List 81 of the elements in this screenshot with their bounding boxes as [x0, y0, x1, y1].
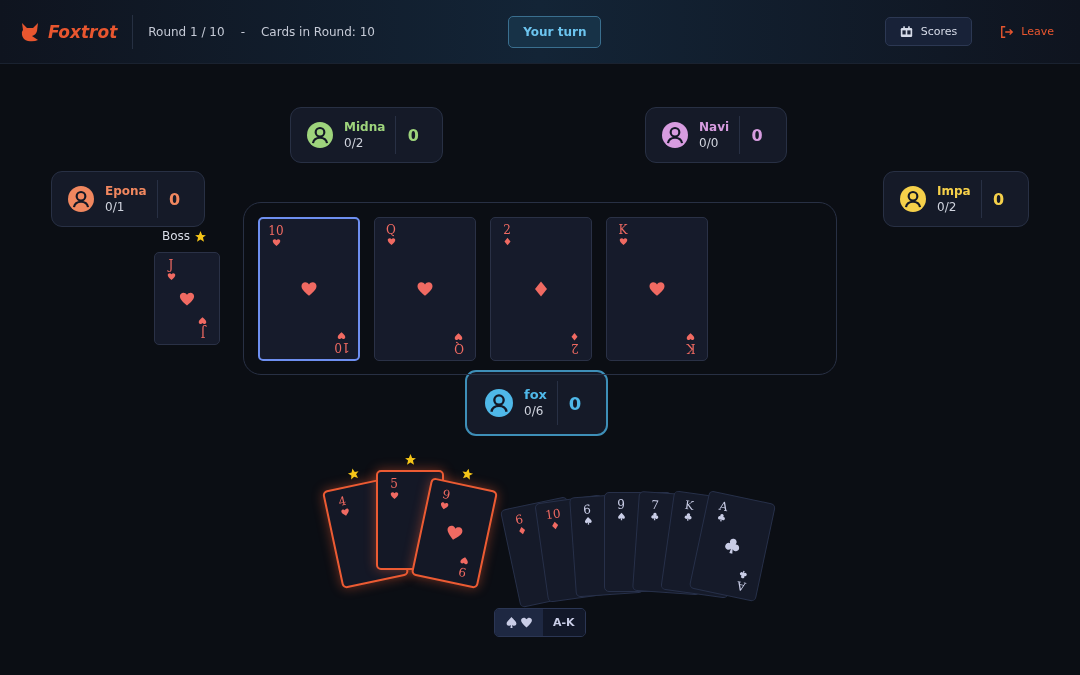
heart-icon	[438, 500, 450, 512]
player-score: 0	[750, 125, 764, 145]
card-rank: 6	[582, 503, 592, 517]
playing-card[interactable]: 10 10	[258, 217, 360, 361]
card-rank: J	[168, 259, 174, 273]
spade-icon	[616, 512, 626, 522]
diamond-icon	[570, 331, 580, 341]
card-rank: A	[735, 577, 748, 593]
playing-card[interactable]: 2 2	[490, 217, 592, 361]
card-rank: 4	[337, 494, 348, 510]
heart-icon	[618, 237, 628, 247]
exit-icon	[1000, 24, 1015, 39]
turn-indicator: Your turn	[508, 15, 602, 48]
star-icon	[194, 229, 208, 243]
tricks-count: 0/1	[105, 200, 126, 214]
player-name: Midna	[344, 120, 386, 134]
heart-icon	[416, 280, 434, 298]
diamond-icon	[549, 520, 560, 531]
card-rank: 7	[650, 498, 660, 513]
heart-icon	[337, 330, 347, 340]
club-icon	[738, 569, 750, 580]
diamond-icon	[502, 237, 512, 247]
app-name: Foxtrot	[48, 21, 118, 42]
round-label: Round 1 / 10	[148, 24, 225, 39]
tricks-count: 0/2	[344, 136, 365, 150]
card-rank: 9	[441, 487, 452, 503]
card-rank: K	[686, 340, 696, 354]
player-score: 0	[168, 189, 182, 209]
tricks-count: 0/2	[937, 200, 958, 214]
boss-label: Boss	[162, 229, 191, 243]
scores-button[interactable]: Scores	[884, 17, 973, 46]
card-rank: K	[618, 224, 628, 238]
card-rank: 10	[544, 507, 562, 523]
spade-icon	[583, 516, 593, 526]
card-rank: 2	[503, 224, 511, 238]
heart-icon	[178, 290, 196, 307]
heart-icon	[300, 280, 318, 298]
scoreboard-icon	[899, 25, 913, 38]
heart-icon	[166, 272, 176, 282]
card-rank: 2	[571, 340, 579, 354]
club-icon	[649, 511, 660, 522]
card-rank: 10	[334, 339, 350, 353]
heart-icon	[339, 507, 351, 518]
player-score: 0	[406, 125, 420, 145]
card-rank: A	[717, 499, 729, 515]
leave-button[interactable]: Leave	[992, 18, 1062, 45]
separator: -	[240, 24, 245, 39]
club-icon	[715, 512, 727, 524]
heart-icon	[389, 491, 399, 501]
card-rank: Q	[386, 224, 396, 238]
heart-icon	[454, 331, 464, 341]
card-rank: 9	[457, 563, 468, 579]
card-rank: 6	[514, 512, 525, 528]
tricks-count: 0/0	[699, 136, 720, 150]
card-rank: 5	[390, 478, 398, 492]
star-icon	[404, 453, 417, 466]
card-rank: 10	[268, 225, 284, 239]
card-rank: Q	[454, 340, 464, 354]
player-score: 0	[567, 392, 583, 414]
heart-icon	[386, 237, 396, 247]
cards-in-round-label: Cards in Round: 10	[260, 24, 375, 39]
diamond-icon	[532, 280, 550, 298]
card-rank: 9	[617, 499, 625, 513]
playing-card[interactable]: Q Q	[374, 217, 476, 361]
club-icon	[682, 511, 693, 523]
player-name: fox	[524, 387, 547, 403]
card-rank: K	[683, 498, 695, 514]
heart-icon	[198, 315, 208, 325]
card-rank: J	[200, 324, 206, 338]
sort-option[interactable]	[495, 609, 543, 636]
heart-icon	[271, 238, 281, 248]
player-score: 0	[992, 189, 1006, 209]
heart-icon	[520, 616, 533, 629]
playing-card[interactable]: K K	[606, 217, 708, 361]
spade-icon	[505, 616, 518, 629]
heart-icon	[686, 331, 696, 341]
player-name: Epona	[105, 184, 147, 198]
player-name: Navi	[699, 120, 730, 134]
player-name: Impa	[937, 184, 971, 198]
tricks-count: 0/6	[524, 404, 545, 419]
heart-icon	[648, 280, 666, 298]
